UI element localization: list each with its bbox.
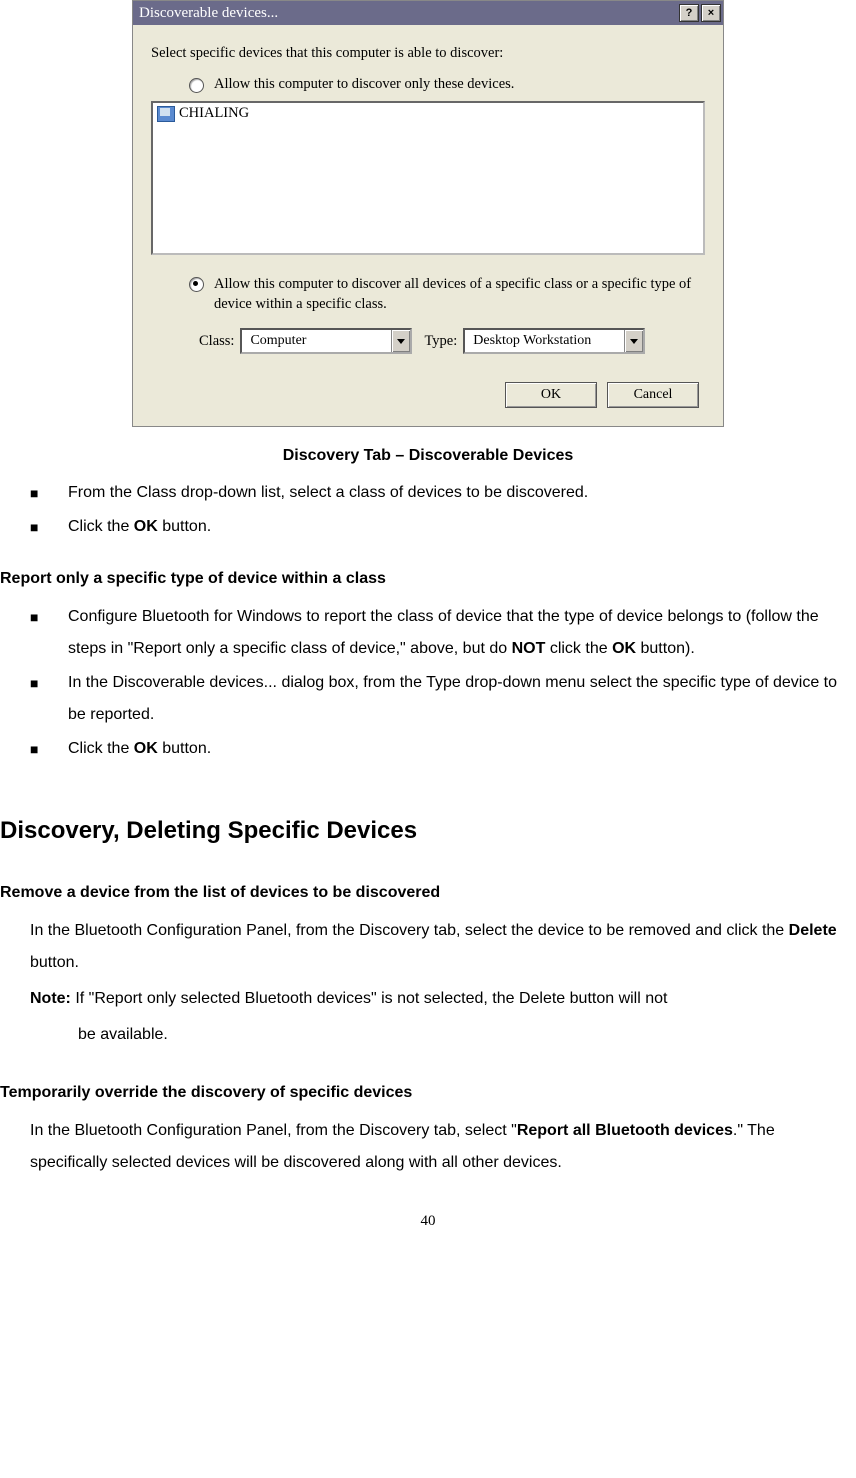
page-number: 40 (0, 1213, 856, 1230)
dialog-title: Discoverable devices... (139, 5, 278, 22)
chevron-down-icon[interactable] (624, 330, 643, 352)
radio-specific-class[interactable] (189, 277, 204, 292)
list-item: Click the OK button. (68, 733, 856, 765)
bold-text: NOT (512, 640, 546, 657)
class-dropdown[interactable]: Computer (240, 328, 412, 354)
list-item: Click the OK button. (68, 511, 856, 543)
dialog-window: Discoverable devices... ? × Select speci… (132, 0, 724, 427)
list-text: Click the (68, 518, 134, 535)
subheading: Remove a device from the list of devices… (0, 877, 856, 909)
list-text: Configure Bluetooth for Windows to repor… (68, 608, 819, 657)
dialog-instruction: Select specific devices that this comput… (151, 45, 705, 62)
text: button. (30, 954, 79, 971)
list-text: Click the (68, 740, 134, 757)
text: In the Bluetooth Configuration Panel, fr… (30, 922, 789, 939)
list-item: In the Discoverable devices... dialog bo… (68, 667, 856, 731)
radio-only-these-label: Allow this computer to discover only the… (214, 76, 514, 93)
note-continued: be available. (78, 1019, 856, 1051)
device-name: CHIALING (179, 105, 249, 122)
radio-specific-class-label: Allow this computer to discover all devi… (214, 275, 705, 314)
list-text: click the (545, 640, 612, 657)
bold-text: OK (134, 740, 158, 757)
note-text: If "Report only selected Bluetooth devic… (71, 990, 668, 1007)
note: Note: If "Report only selected Bluetooth… (30, 983, 856, 1015)
list-text: button). (636, 640, 695, 657)
heading-2: Discovery, Deleting Specific Devices (0, 807, 856, 855)
bold-text: Delete (789, 922, 837, 939)
help-button[interactable]: ? (679, 4, 699, 22)
figure-caption: Discovery Tab – Discoverable Devices (0, 447, 856, 465)
type-label: Type: (424, 333, 457, 350)
paragraph: In the Bluetooth Configuration Panel, fr… (30, 915, 856, 979)
list-text: In the Discoverable devices... dialog bo… (68, 674, 837, 723)
list-item: From the Class drop-down list, select a … (68, 477, 856, 509)
bold-text: Report all Bluetooth devices (517, 1122, 733, 1139)
paragraph: In the Bluetooth Configuration Panel, fr… (30, 1115, 856, 1179)
device-item[interactable]: CHIALING (153, 103, 703, 124)
note-label: Note: (30, 990, 71, 1007)
dialog-titlebar: Discoverable devices... ? × (133, 1, 723, 25)
close-button[interactable]: × (701, 4, 721, 22)
bold-text: OK (134, 518, 158, 535)
subheading: Temporarily override the discovery of sp… (0, 1077, 856, 1109)
type-value: Desktop Workstation (465, 333, 624, 349)
device-listbox[interactable]: CHIALING (151, 101, 705, 255)
bold-text: OK (612, 640, 636, 657)
list-item: Configure Bluetooth for Windows to repor… (68, 601, 856, 665)
text: In the Bluetooth Configuration Panel, fr… (30, 1122, 517, 1139)
list-text: button. (158, 740, 211, 757)
computer-icon (157, 106, 175, 122)
class-value: Computer (242, 333, 391, 349)
radio-only-these[interactable] (189, 78, 204, 93)
list-text: button. (158, 518, 211, 535)
class-label: Class: (199, 333, 234, 350)
cancel-button[interactable]: Cancel (607, 382, 699, 408)
list-text: From the Class drop-down list, select a … (68, 484, 588, 501)
subheading: Report only a specific type of device wi… (0, 563, 856, 595)
type-dropdown[interactable]: Desktop Workstation (463, 328, 645, 354)
ok-button[interactable]: OK (505, 382, 597, 408)
chevron-down-icon[interactable] (391, 330, 410, 352)
